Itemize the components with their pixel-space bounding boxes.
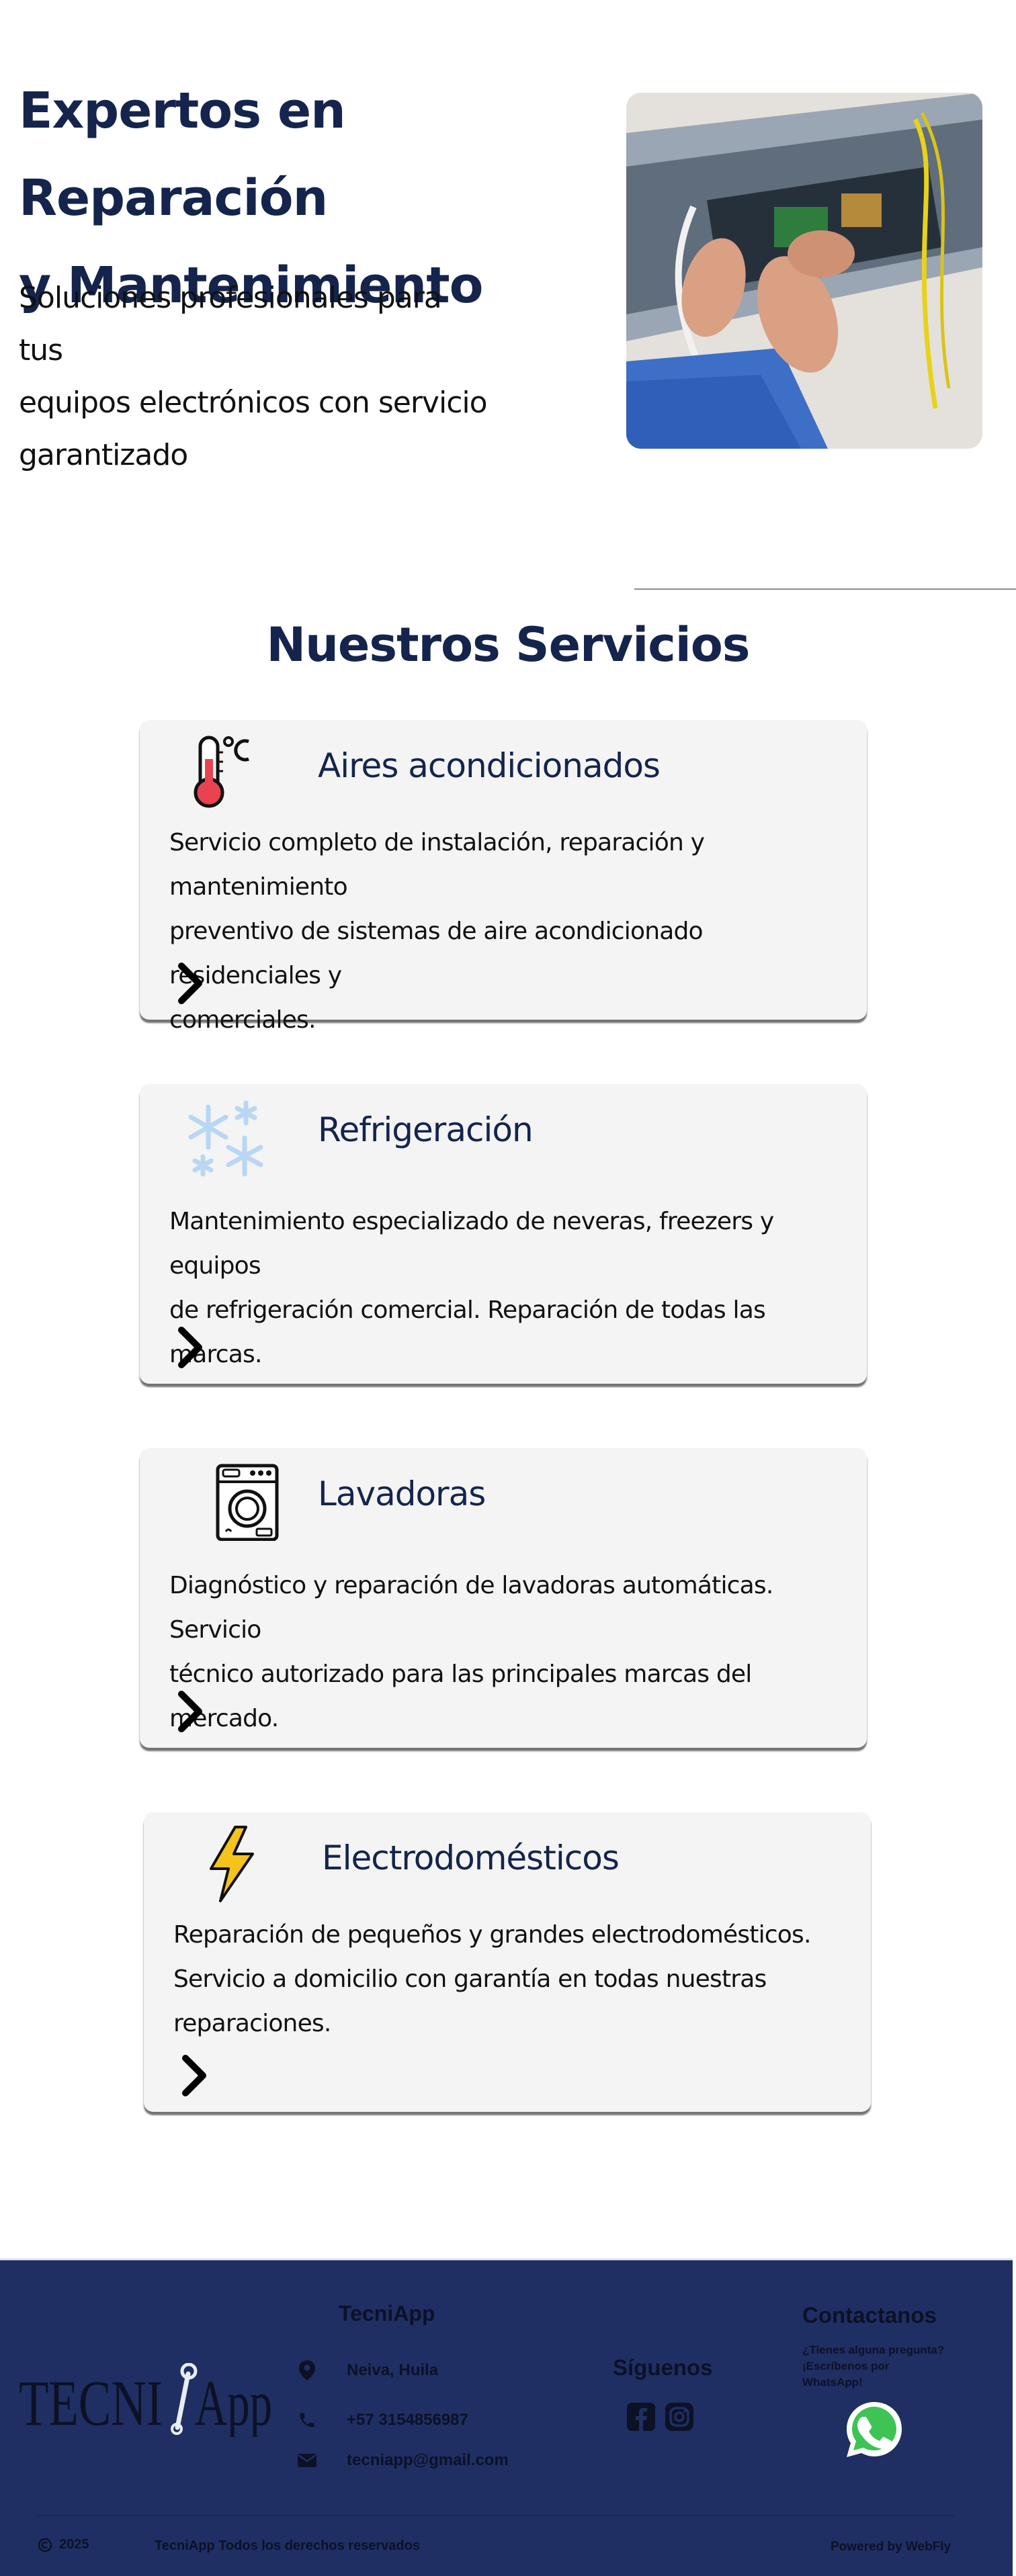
hero-subtitle-line1: Soluciones profesionales para tus	[19, 281, 442, 367]
footer-contact-line: ¿Tienes alguna pregunta?	[802, 2344, 945, 2356]
phone-icon	[296, 2409, 319, 2432]
service-card-title: Lavadoras	[318, 1474, 486, 1513]
service-card-desc-line: Servicio completo de instalación, repara…	[169, 829, 705, 901]
footer-phone-text[interactable]: +57 3154856987	[347, 2411, 468, 2430]
service-card-description: Diagnóstico y reparación de lavadoras au…	[169, 1564, 855, 1741]
whatsapp-icon[interactable]	[843, 2398, 906, 2461]
service-card-description: Mantenimiento especializado de neveras, …	[169, 1200, 855, 1377]
section-divider	[634, 588, 1016, 590]
service-card-desc-line: técnico autorizado para las principales …	[169, 1660, 752, 1732]
service-card-desc-line: Reparación de pequeños y grandes electro…	[173, 1921, 811, 1949]
hero-subtitle-line3: garantizado	[19, 438, 188, 472]
hero-subtitle-line2: equipos electrónicos con servicio	[19, 386, 488, 420]
chevron-right-icon[interactable]	[173, 1326, 207, 1369]
footer-email[interactable]: tecniapp@gmail.com	[296, 2449, 509, 2472]
footer-location-text: Neiva, Huila	[347, 2361, 439, 2379]
thermometer-icon	[181, 732, 255, 811]
hero-technician-photo	[626, 93, 982, 449]
footer-contact-text: ¿Tienes alguna pregunta? ¡Escríbenos por…	[802, 2342, 977, 2391]
service-card-desc-line: Diagnóstico y reparación de lavadoras au…	[169, 1572, 773, 1644]
hero-subtitle: Soluciones profesionales para tus equipo…	[19, 272, 489, 482]
service-card-air-conditioning[interactable]: Aires acondicionados Servicio completo d…	[140, 720, 867, 1034]
footer-contact-line: ¡Escríbenos por	[802, 2360, 890, 2372]
footer-brand: TecniApp	[339, 2301, 435, 2325]
chevron-right-icon[interactable]	[173, 962, 207, 1005]
footer-phone[interactable]: +57 3154856987	[296, 2409, 468, 2432]
footer-separator	[37, 2515, 954, 2516]
footer-rights: TecniApp Todos los derechos reservados	[155, 2538, 420, 2553]
footer-location: Neiva, Huila	[296, 2359, 438, 2382]
service-card-desc-line: comerciales.	[169, 1006, 316, 1034]
chevron-right-icon[interactable]	[173, 1690, 207, 1733]
location-pin-icon	[296, 2359, 319, 2382]
service-card-desc-line: Mantenimiento especializado de neveras, …	[169, 1208, 774, 1280]
wrench-icon	[171, 2362, 198, 2435]
service-card-refrigeration[interactable]: Refrigeración Mantenimiento especializad…	[140, 1084, 867, 1384]
service-card-desc-line: de refrigeración comercial. Reparación d…	[169, 1296, 766, 1368]
service-card-description: Reparación de pequeños y grandes electro…	[173, 1913, 859, 2046]
services-title: Nuestros Servicios	[266, 617, 751, 672]
instagram-icon[interactable]	[665, 2402, 694, 2432]
service-card-desc-line: preventivo de sistemas de aire acondicio…	[169, 918, 704, 989]
service-card-desc-line: Servicio a domicilio con garantía en tod…	[173, 1965, 767, 1993]
footer-email-text[interactable]: tecniapp@gmail.com	[347, 2451, 509, 2470]
service-card-desc-line: reparaciones.	[173, 2010, 331, 2037]
logo-text-left: TECNI	[19, 2367, 163, 2437]
facebook-icon[interactable]	[626, 2402, 656, 2432]
footer-contact-line: WhatsApp!	[802, 2376, 863, 2389]
chevron-right-icon[interactable]	[177, 2054, 211, 2097]
copyright-year: 2025	[59, 2537, 89, 2552]
service-card-appliances[interactable]: Electrodomésticos Reparación de pequeños…	[144, 1812, 871, 2112]
footer-copyright: 2025	[38, 2537, 89, 2552]
copyright-icon	[38, 2538, 52, 2552]
service-card-title: Refrigeración	[318, 1110, 534, 1149]
hero-title-line1: Expertos en Reparación	[19, 82, 346, 227]
logo-text-right: App	[195, 2367, 272, 2437]
footer-logo[interactable]: TECNI App	[19, 2362, 274, 2439]
mail-icon	[296, 2449, 319, 2472]
footer-follow-title: Síguenos	[613, 2355, 713, 2380]
service-card-washing-machines[interactable]: Lavadoras Diagnóstico y reparación de la…	[140, 1448, 867, 1748]
service-card-title: Aires acondicionados	[318, 746, 661, 785]
footer-powered-by[interactable]: Powered by WebFly	[831, 2540, 951, 2555]
service-card-title: Electrodomésticos	[322, 1838, 620, 1877]
lightning-icon	[204, 1824, 258, 1904]
washing-machine-icon	[214, 1462, 281, 1542]
snowflake-icon	[187, 1099, 263, 1178]
footer-contact-title: Contactanos	[802, 2303, 937, 2327]
service-card-description: Servicio completo de instalación, repara…	[169, 821, 855, 1042]
